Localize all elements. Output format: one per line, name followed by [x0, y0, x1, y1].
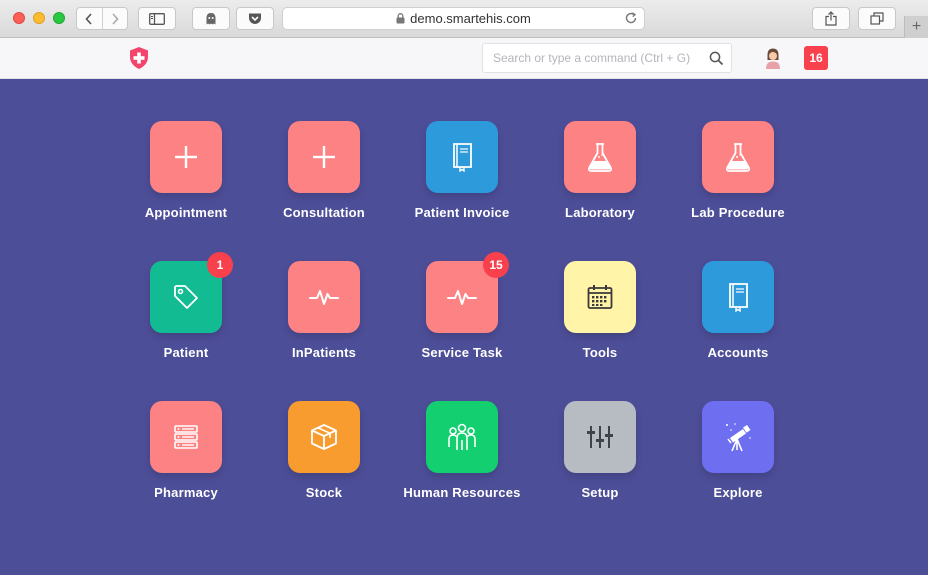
search-icon[interactable] [709, 51, 724, 66]
module-tile-appointment[interactable]: Appointment [117, 121, 255, 261]
new-tab-button[interactable]: + [904, 16, 928, 38]
accounts-tile-icon-box[interactable] [702, 261, 774, 333]
inpatients-tile-icon-box[interactable] [288, 261, 360, 333]
module-tile-label: Accounts [707, 345, 769, 360]
module-tile-label: Setup [581, 485, 619, 500]
pulse-icon [447, 287, 477, 307]
command-search [482, 43, 732, 73]
consultation-tile-icon-box[interactable] [288, 121, 360, 193]
module-tile-laboratory[interactable]: Laboratory [531, 121, 669, 261]
module-tile-label: Service Task [421, 345, 503, 360]
calendar-icon [586, 283, 614, 311]
module-tile-label: Pharmacy [154, 485, 218, 500]
module-grid: Appointment Consultation Patient Invoice La… [117, 121, 807, 541]
reload-icon[interactable] [624, 11, 638, 25]
server-icon [172, 423, 200, 451]
stock-tile-icon-box[interactable] [288, 401, 360, 473]
address-bar[interactable]: demo.smartehis.com [282, 7, 645, 30]
module-tile-label: Lab Procedure [691, 205, 785, 220]
flask-icon [585, 141, 615, 173]
pharmacy-tile-icon-box[interactable] [150, 401, 222, 473]
close-window-button[interactable] [13, 12, 25, 24]
module-tile-accounts[interactable]: Accounts [669, 261, 807, 401]
module-tile-pharmacy[interactable]: Pharmacy [117, 401, 255, 541]
book-icon [449, 142, 475, 172]
notifications-badge[interactable]: 16 [804, 46, 828, 70]
sidebar-toggle-button[interactable] [138, 7, 176, 30]
plus-icon: + [911, 18, 922, 35]
patient-invoice-tile-icon-box[interactable] [426, 121, 498, 193]
tag-icon [172, 283, 200, 311]
module-tile-label: Laboratory [565, 205, 635, 220]
app-header: 16 [0, 38, 928, 79]
service-task-tile-icon-box[interactable]: 15 [426, 252, 509, 333]
forward-button[interactable] [101, 8, 128, 29]
human-resources-tile-icon-box[interactable] [426, 401, 498, 473]
user-avatar[interactable] [763, 47, 783, 69]
module-tile-label: Patient Invoice [414, 205, 510, 220]
app-launcher: Appointment Consultation Patient Invoice La… [0, 79, 928, 575]
count-badge: 15 [483, 252, 509, 278]
module-tile-label: Tools [582, 345, 618, 360]
module-tile-label: Consultation [283, 205, 365, 220]
zoom-window-button[interactable] [53, 12, 65, 24]
tab-overview-button[interactable] [858, 7, 896, 30]
ghostery-extension-button[interactable] [192, 7, 230, 30]
laboratory-tile-icon-box[interactable] [564, 121, 636, 193]
appointment-tile-icon-box[interactable] [150, 121, 222, 193]
module-tile-label: InPatients [291, 345, 357, 360]
app-logo[interactable] [128, 46, 150, 75]
flask-icon [723, 141, 753, 173]
pulse-icon [309, 287, 339, 307]
ghost-icon [206, 12, 216, 24]
sidebar-icon [149, 12, 165, 25]
chevron-right-icon [112, 12, 119, 25]
module-tile-stock[interactable]: Stock [255, 401, 393, 541]
module-tile-label: Stock [305, 485, 343, 500]
module-tile-label: Explore [713, 485, 763, 500]
shield-cross-icon [130, 47, 148, 69]
lab-procedure-tile-icon-box[interactable] [702, 121, 774, 193]
module-tile-lab-procedure[interactable]: Lab Procedure [669, 121, 807, 261]
explore-tile-icon-box[interactable] [702, 401, 774, 473]
module-tile-label: Patient [163, 345, 209, 360]
setup-tile-icon-box[interactable] [564, 401, 636, 473]
patient-tile-icon-box[interactable]: 1 [150, 252, 233, 333]
share-icon [825, 11, 837, 26]
module-tile-label: Appointment [144, 205, 228, 220]
share-button[interactable] [812, 7, 850, 30]
pocket-extension-button[interactable] [236, 7, 274, 30]
module-tile-inpatients[interactable]: InPatients [255, 261, 393, 401]
back-button[interactable] [77, 8, 102, 29]
search-input[interactable] [483, 44, 703, 72]
module-tile-tools[interactable]: Tools [531, 261, 669, 401]
book-icon [725, 282, 751, 312]
url-text: demo.smartehis.com [410, 11, 531, 26]
minimize-window-button[interactable] [33, 12, 45, 24]
module-tile-patient[interactable]: 1 Patient [117, 252, 255, 401]
count-badge: 1 [207, 252, 233, 278]
module-tile-service-task[interactable]: 15 Service Task [393, 252, 531, 401]
chevron-left-icon [85, 12, 92, 25]
module-tile-explore[interactable]: Explore [669, 401, 807, 541]
people-icon [446, 422, 478, 452]
pocket-icon [249, 13, 261, 24]
lock-icon [396, 13, 405, 24]
module-tile-patient-invoice[interactable]: Patient Invoice [393, 121, 531, 261]
plus-icon [311, 144, 337, 170]
box-icon [309, 422, 339, 452]
plus-icon [173, 144, 199, 170]
history-nav [76, 7, 128, 30]
sliders-icon [585, 424, 615, 450]
tabs-icon [870, 12, 884, 25]
module-tile-human-resources[interactable]: Human Resources [393, 401, 531, 541]
module-tile-label: Human Resources [403, 485, 521, 500]
tools-tile-icon-box[interactable] [564, 261, 636, 333]
browser-toolbar: demo.smartehis.com + [0, 0, 928, 38]
user-avatar-icon [766, 48, 780, 69]
telescope-icon [723, 421, 753, 453]
module-tile-setup[interactable]: Setup [531, 401, 669, 541]
module-tile-consultation[interactable]: Consultation [255, 121, 393, 261]
